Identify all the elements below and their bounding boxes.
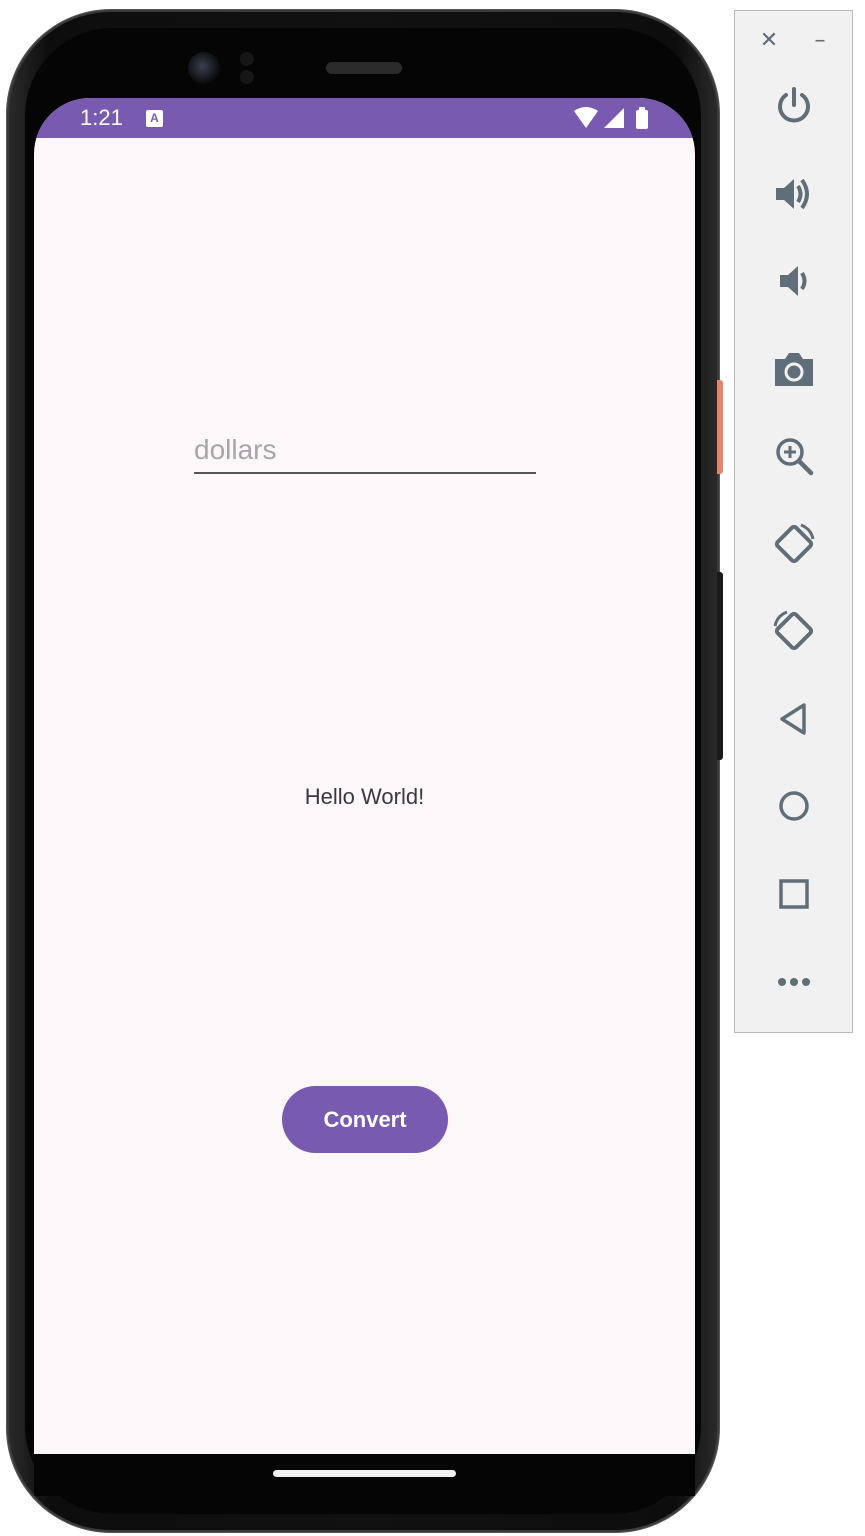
status-bar: 1:21 A — [34, 98, 695, 138]
volume-up-button[interactable] — [771, 171, 817, 217]
battery-icon — [636, 107, 648, 129]
earpiece-speaker — [326, 62, 402, 74]
overview-icon — [779, 879, 809, 909]
home-icon — [779, 791, 809, 821]
emulator-window: 1:21 A Hello World! Con — [0, 0, 865, 1536]
convert-button[interactable]: Convert — [282, 1086, 448, 1153]
minimize-icon[interactable]: – — [808, 29, 832, 53]
wifi-icon — [574, 107, 598, 128]
rotate-left-icon — [774, 523, 815, 564]
rotate-left-button[interactable] — [771, 521, 817, 567]
overview-button[interactable] — [771, 871, 817, 917]
home-button[interactable] — [771, 783, 817, 829]
phone-side-button-volume — [717, 572, 723, 760]
back-button[interactable] — [771, 696, 817, 742]
zoom-button[interactable] — [771, 433, 817, 479]
volume-down-icon — [780, 266, 807, 296]
cell-signal-icon — [604, 108, 624, 128]
dollars-input[interactable] — [194, 428, 536, 474]
screenshot-button[interactable] — [771, 346, 817, 392]
proximity-sensor — [240, 52, 254, 66]
close-icon[interactable]: ✕ — [757, 29, 781, 53]
light-sensor — [240, 70, 254, 84]
hello-world-text: Hello World! — [304, 784, 425, 809]
back-icon — [780, 703, 806, 735]
phone-side-button-power — [717, 380, 723, 474]
rotate-right-button[interactable] — [771, 608, 817, 654]
status-time: 1:21 — [80, 105, 123, 130]
power-icon — [778, 87, 810, 123]
home-gesture-handle[interactable] — [273, 1470, 456, 1477]
phone-screen: 1:21 A Hello World! Con — [34, 98, 695, 1494]
camera-icon — [775, 353, 813, 386]
status-icons — [570, 106, 660, 132]
notification-app-icon: A — [146, 110, 163, 127]
zoom-in-icon — [776, 438, 814, 476]
power-button[interactable] — [771, 83, 817, 129]
volume-down-button[interactable] — [771, 258, 817, 304]
rotate-right-icon — [773, 610, 814, 651]
more-icon — [778, 978, 810, 986]
volume-up-icon — [776, 178, 809, 210]
more-button[interactable] — [771, 958, 817, 1004]
emulator-toolbar: ✕ – — [734, 10, 853, 1033]
front-camera — [188, 52, 220, 84]
